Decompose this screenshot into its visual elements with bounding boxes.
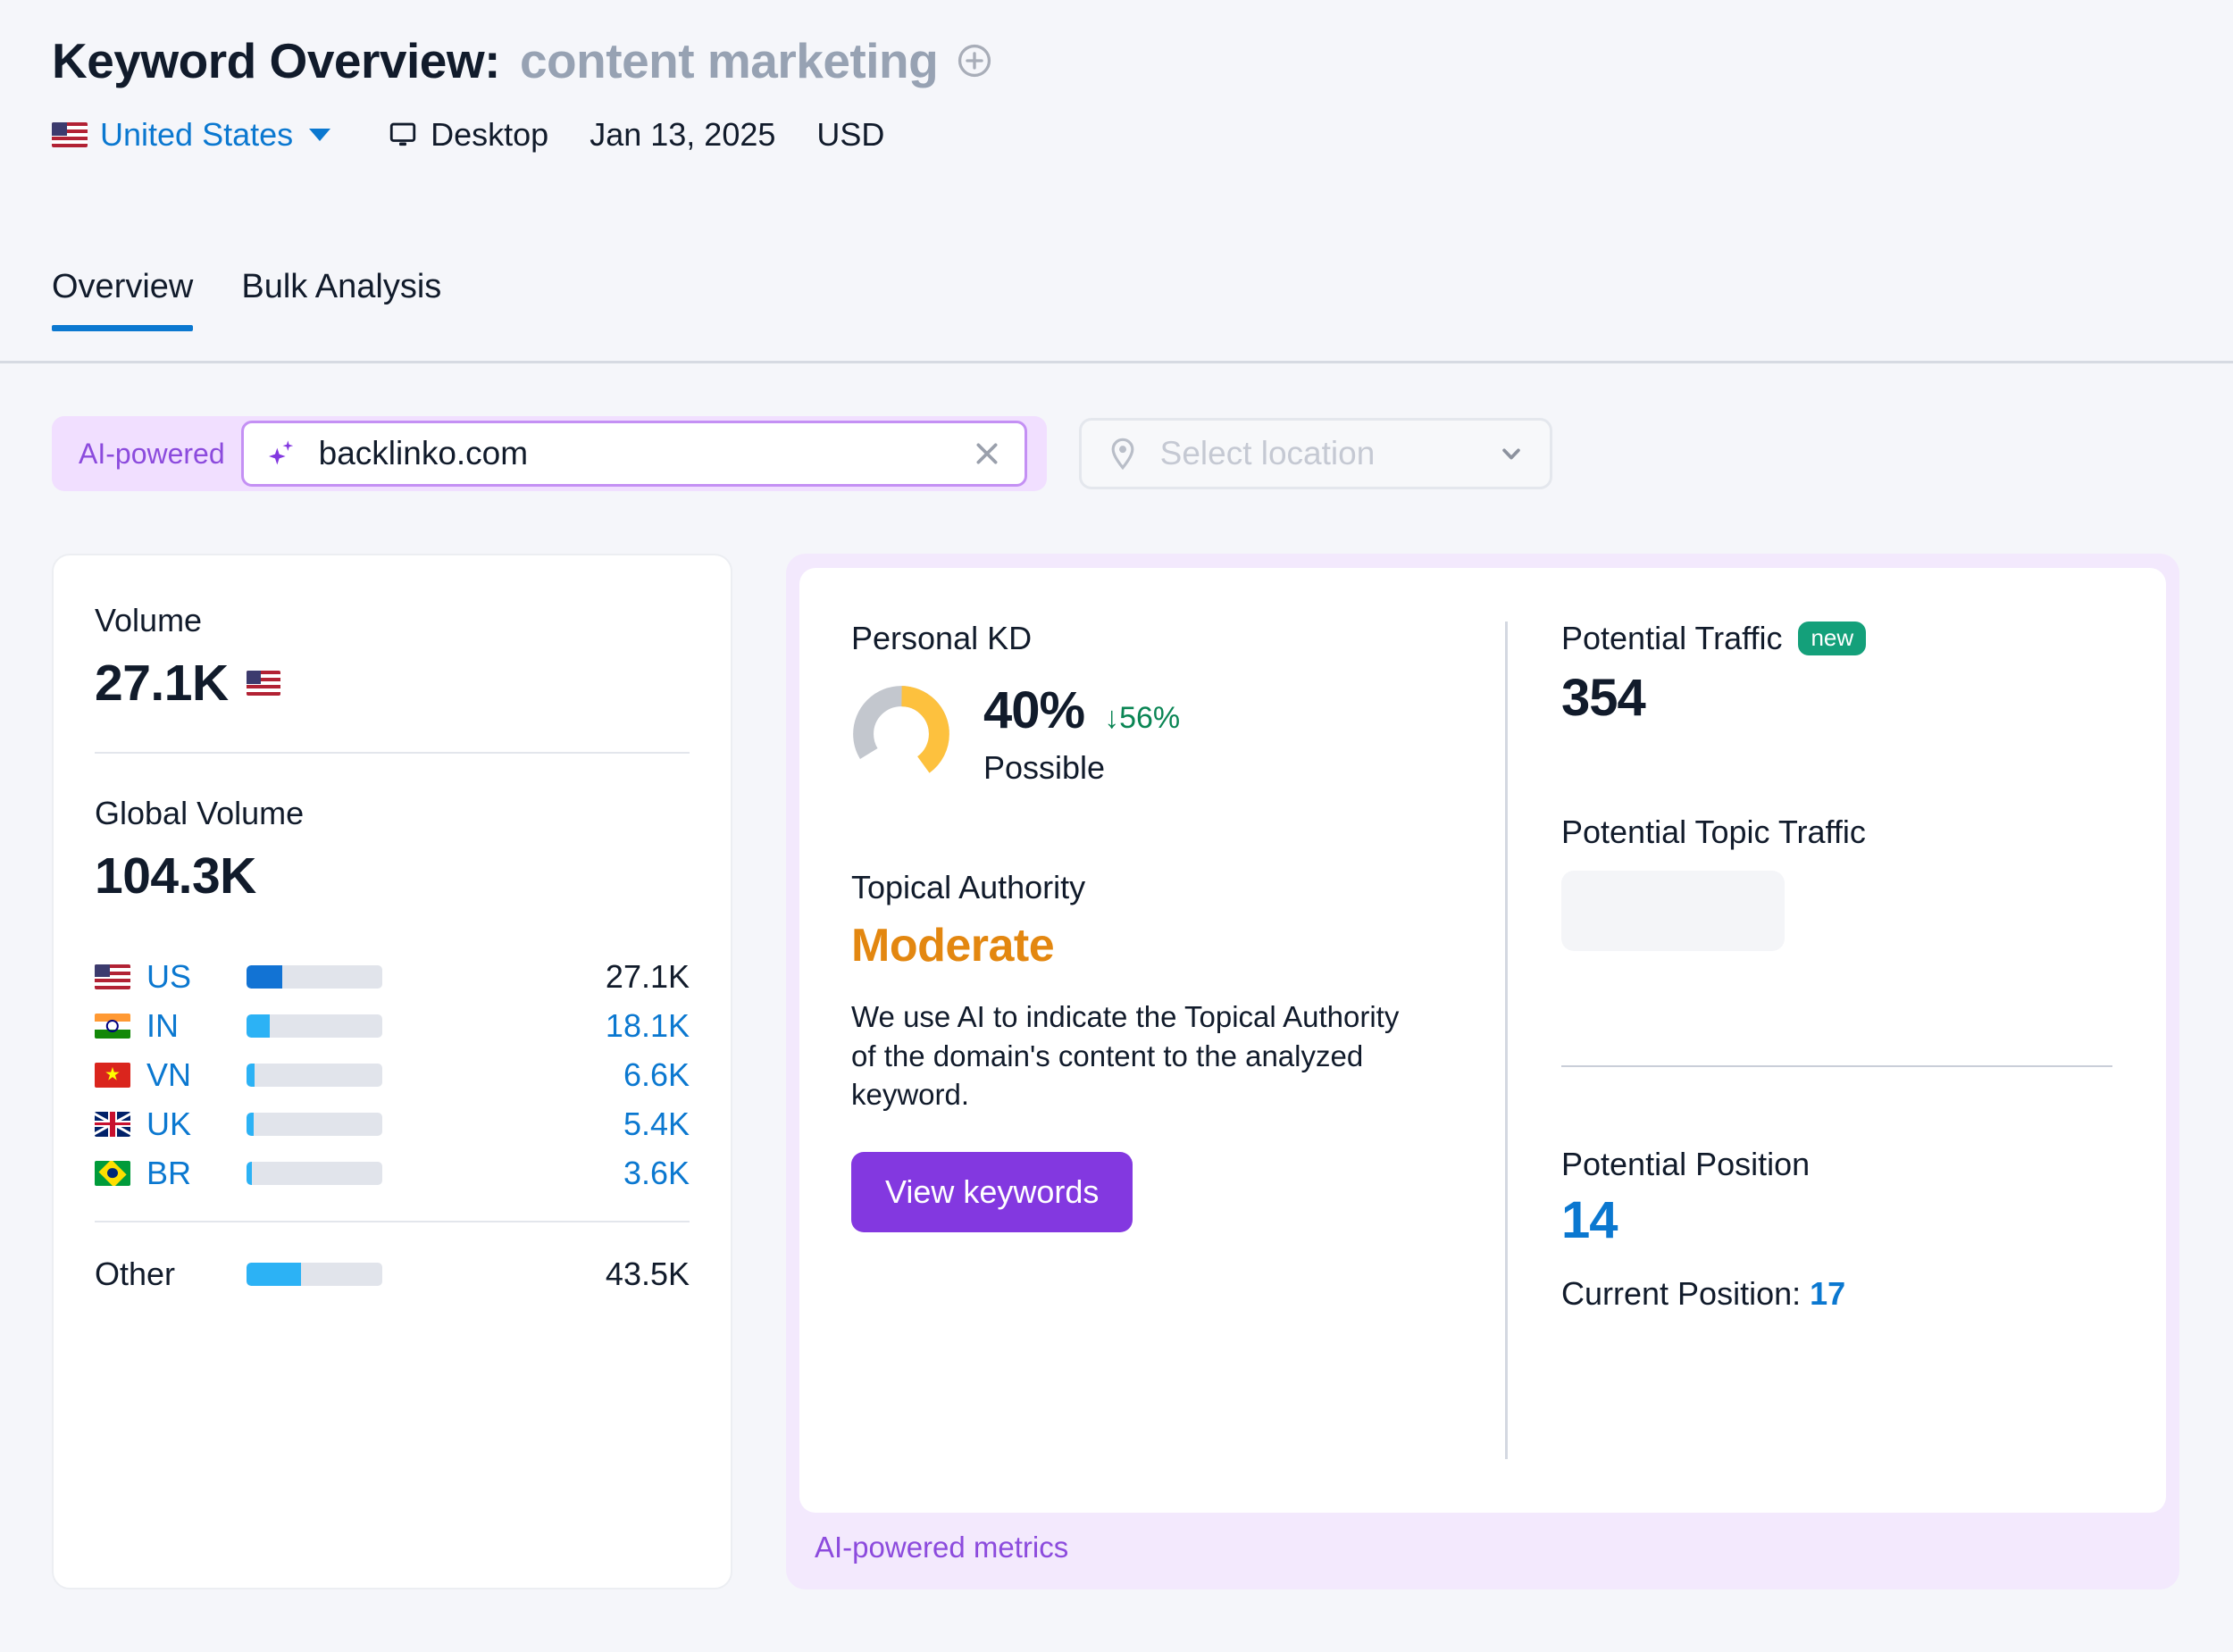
list-item-other: Other 43.5K	[95, 1249, 690, 1298]
domain-input-value: backlinko.com	[318, 435, 529, 471]
us-flag-icon	[95, 964, 130, 989]
list-item[interactable]: BR 3.6K	[95, 1148, 690, 1197]
close-x-icon[interactable]	[969, 436, 1005, 471]
us-flag-icon	[246, 671, 280, 696]
currency-label: USD	[816, 116, 885, 153]
uk-flag-icon	[95, 1111, 130, 1137]
in-flag-icon	[95, 1013, 130, 1039]
domain-search-row: AI-powered backlinko.com Select location	[52, 416, 1552, 491]
tab-overview[interactable]: Overview	[52, 268, 194, 331]
card-divider	[1561, 1065, 2112, 1067]
other-label: Other	[95, 1255, 176, 1292]
personal-kd-label: Personal KD	[851, 620, 1033, 656]
meta-row: United States Desktop Jan 13, 2025 USD	[52, 116, 993, 154]
personal-kd-row: 40% ↓56% Possible	[851, 680, 1469, 787]
country-volume-list: US 27.1K IN 18.1K ★ VN 6.6K UK 5.4K BR 3…	[95, 952, 690, 1298]
volume-value: 27.1K	[95, 655, 229, 712]
date-label: Jan 13, 2025	[590, 116, 776, 153]
ai-metrics-card-inner: Personal KD 40% ↓56% Possible Topical Au…	[799, 568, 2166, 1513]
ai-metrics-card: Personal KD 40% ↓56% Possible Topical Au…	[786, 554, 2179, 1589]
country-selector-label[interactable]: United States	[100, 116, 293, 154]
location-select[interactable]: Select location	[1078, 418, 1552, 489]
status-badge: new	[1798, 622, 1867, 655]
list-item[interactable]: ★ VN 6.6K	[95, 1050, 690, 1099]
ai-sparkle-icon	[263, 436, 299, 471]
current-position-row: Current Position: 17	[1561, 1275, 2112, 1313]
ai-powered-metrics-footer: AI-powered metrics	[815, 1531, 1069, 1564]
topical-authority-description: We use AI to indicate the Topical Author…	[851, 1000, 1400, 1112]
country-code[interactable]: UK	[146, 1106, 247, 1143]
volume-bar	[247, 1262, 382, 1286]
ai-powered-badge: AI-powered	[79, 437, 225, 470]
potential-traffic-label: Potential Traffic	[1561, 620, 1783, 656]
title-row: Keyword Overview: content marketing	[52, 32, 993, 89]
page-title: Keyword Overview:	[52, 33, 500, 88]
potential-position-value: 14	[1561, 1191, 1618, 1249]
country-volume-value: 27.1K	[605, 957, 690, 995]
page-header: Keyword Overview: content marketing Unit…	[52, 32, 993, 154]
country-volume-value[interactable]: 18.1K	[382, 1007, 690, 1045]
current-position-label: Current Position:	[1561, 1275, 1802, 1312]
tab-divider	[0, 361, 2233, 363]
list-item[interactable]: IN 18.1K	[95, 1001, 690, 1050]
potential-topic-traffic-label: Potential Topic Traffic	[1561, 813, 1866, 850]
page-title-keyword: content marketing	[519, 33, 939, 88]
personal-kd-values: 40% ↓56% Possible	[983, 680, 1180, 787]
topical-authority-value: Moderate	[851, 920, 1055, 972]
potential-traffic-header: Potential Traffic new	[1561, 620, 2112, 657]
potential-topic-traffic-placeholder	[1561, 871, 1785, 951]
potential-position-label: Potential Position	[1561, 1146, 1811, 1182]
device-label: Desktop	[431, 116, 549, 153]
country-code[interactable]: US	[146, 958, 247, 996]
list-item[interactable]: UK 5.4K	[95, 1099, 690, 1148]
personal-kd-status: Possible	[983, 749, 1106, 786]
personal-kd-donut-chart	[851, 684, 951, 784]
location-placeholder: Select location	[1159, 435, 1376, 471]
us-flag-icon	[52, 122, 88, 147]
map-pin-icon	[1105, 436, 1141, 471]
volume-bar	[247, 964, 382, 989]
circle-plus-icon[interactable]	[956, 42, 993, 79]
country-volume-value[interactable]: 6.6K	[382, 1056, 690, 1094]
other-volume-value: 43.5K	[605, 1255, 690, 1292]
tab-bulk-analysis[interactable]: Bulk Analysis	[241, 268, 441, 331]
chevron-down-icon[interactable]	[1496, 438, 1526, 469]
volume-bar	[247, 1063, 382, 1087]
country-code[interactable]: IN	[146, 1007, 247, 1045]
personal-kd-column: Personal KD 40% ↓56% Possible Topical Au…	[799, 568, 1505, 1513]
desktop-monitor-icon	[388, 120, 418, 150]
country-code[interactable]: VN	[146, 1056, 247, 1094]
country-code[interactable]: BR	[146, 1155, 247, 1192]
personal-kd-value: 40%	[983, 681, 1085, 739]
global-volume-label: Global Volume	[95, 795, 305, 831]
volume-bar	[247, 1161, 382, 1185]
card-divider	[95, 752, 690, 754]
card-divider	[95, 1221, 690, 1222]
volume-bar	[247, 1014, 382, 1038]
ai-powered-search-group: AI-powered backlinko.com	[52, 416, 1047, 491]
volume-bar	[247, 1112, 382, 1136]
domain-input[interactable]: backlinko.com	[240, 421, 1027, 487]
global-volume-value: 104.3K	[95, 847, 256, 905]
volume-card: Volume 27.1K Global Volume 104.3K US 27.…	[52, 554, 732, 1589]
potential-traffic-value: 354	[1561, 669, 1646, 727]
potential-traffic-column: Potential Traffic new 354 Potential Topi…	[1508, 568, 2166, 1513]
personal-kd-top: 40% ↓56%	[983, 680, 1180, 740]
br-flag-icon	[95, 1160, 130, 1186]
volume-label: Volume	[95, 602, 203, 638]
tab-bar: Overview Bulk Analysis	[52, 268, 441, 331]
volume-value-row: 27.1K	[95, 654, 690, 713]
chevron-down-icon[interactable]	[309, 129, 331, 141]
country-volume-value[interactable]: 3.6K	[382, 1155, 690, 1192]
list-item[interactable]: US 27.1K	[95, 952, 690, 1001]
personal-kd-delta: ↓56%	[1104, 701, 1181, 735]
country-volume-value[interactable]: 5.4K	[382, 1106, 690, 1143]
vn-flag-icon: ★	[95, 1062, 130, 1088]
view-keywords-button[interactable]: View keywords	[851, 1151, 1133, 1232]
current-position-value: 17	[1810, 1275, 1846, 1312]
topical-authority-label: Topical Authority	[851, 869, 1086, 905]
